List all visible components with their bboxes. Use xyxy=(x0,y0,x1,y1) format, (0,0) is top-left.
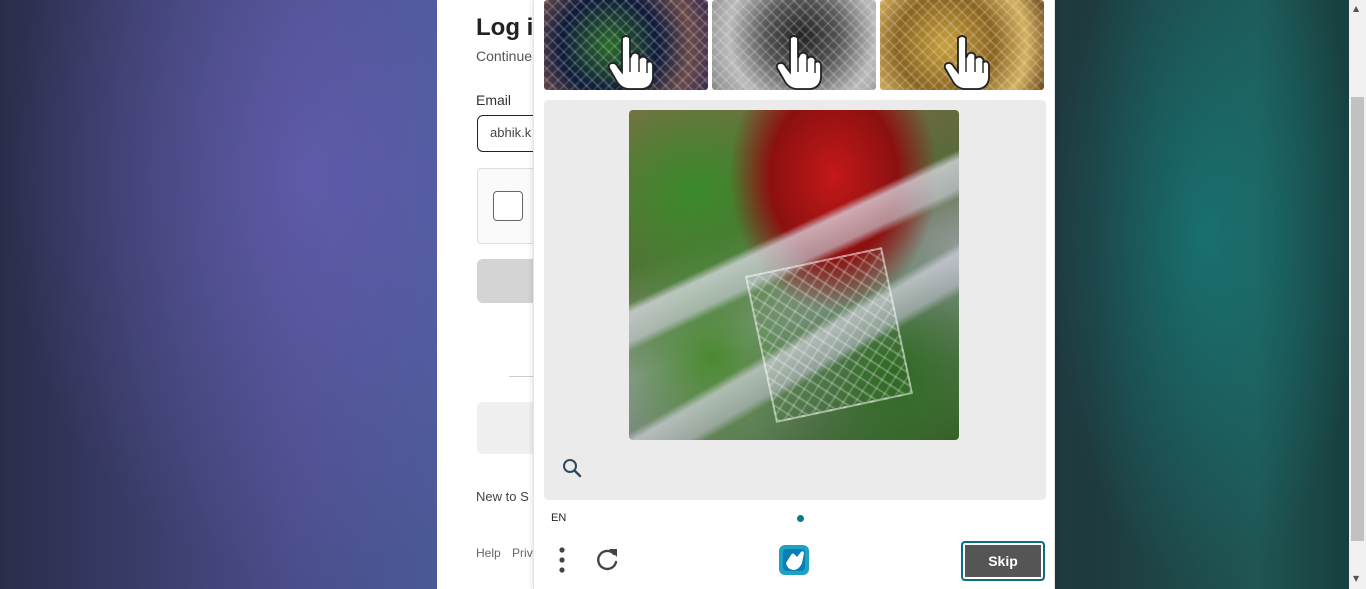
progress-dot xyxy=(786,515,793,522)
login-title: Log i xyxy=(476,14,534,41)
search-icon[interactable] xyxy=(562,458,582,478)
skip-button[interactable]: Skip xyxy=(961,541,1045,581)
refresh-icon[interactable] xyxy=(594,546,620,574)
challenge-area xyxy=(544,100,1046,500)
challenge-image[interactable] xyxy=(629,110,959,440)
page-scrollbar[interactable]: ▲ ▼ xyxy=(1349,0,1366,589)
hand-pointer-icon xyxy=(776,35,822,90)
background-right-glow xyxy=(1046,0,1366,589)
background-left-glow xyxy=(0,0,440,589)
help-link[interactable]: Help xyxy=(476,546,501,560)
example-image xyxy=(880,0,1044,90)
captcha-challenge-popup: EN Skip xyxy=(533,0,1055,589)
progress-dots xyxy=(784,515,814,523)
signup-prompt: New to S xyxy=(476,489,529,504)
progress-dot-active xyxy=(797,515,804,522)
language-selector[interactable]: EN xyxy=(551,512,566,524)
example-images xyxy=(544,0,1046,90)
example-image xyxy=(544,0,708,90)
login-subtitle: Continue xyxy=(476,48,533,64)
scroll-thumb[interactable] xyxy=(1351,97,1364,541)
scroll-down-icon[interactable]: ▼ xyxy=(1353,574,1359,583)
hand-pointer-icon xyxy=(608,35,654,90)
example-image xyxy=(712,0,876,90)
kebab-menu-icon[interactable] xyxy=(554,546,570,576)
hand-pointer-icon xyxy=(944,35,990,90)
email-label: Email xyxy=(476,92,512,108)
captcha-checkbox[interactable] xyxy=(493,191,523,221)
scroll-up-icon[interactable]: ▲ xyxy=(1353,4,1359,13)
hcaptcha-logo-icon xyxy=(779,545,809,575)
